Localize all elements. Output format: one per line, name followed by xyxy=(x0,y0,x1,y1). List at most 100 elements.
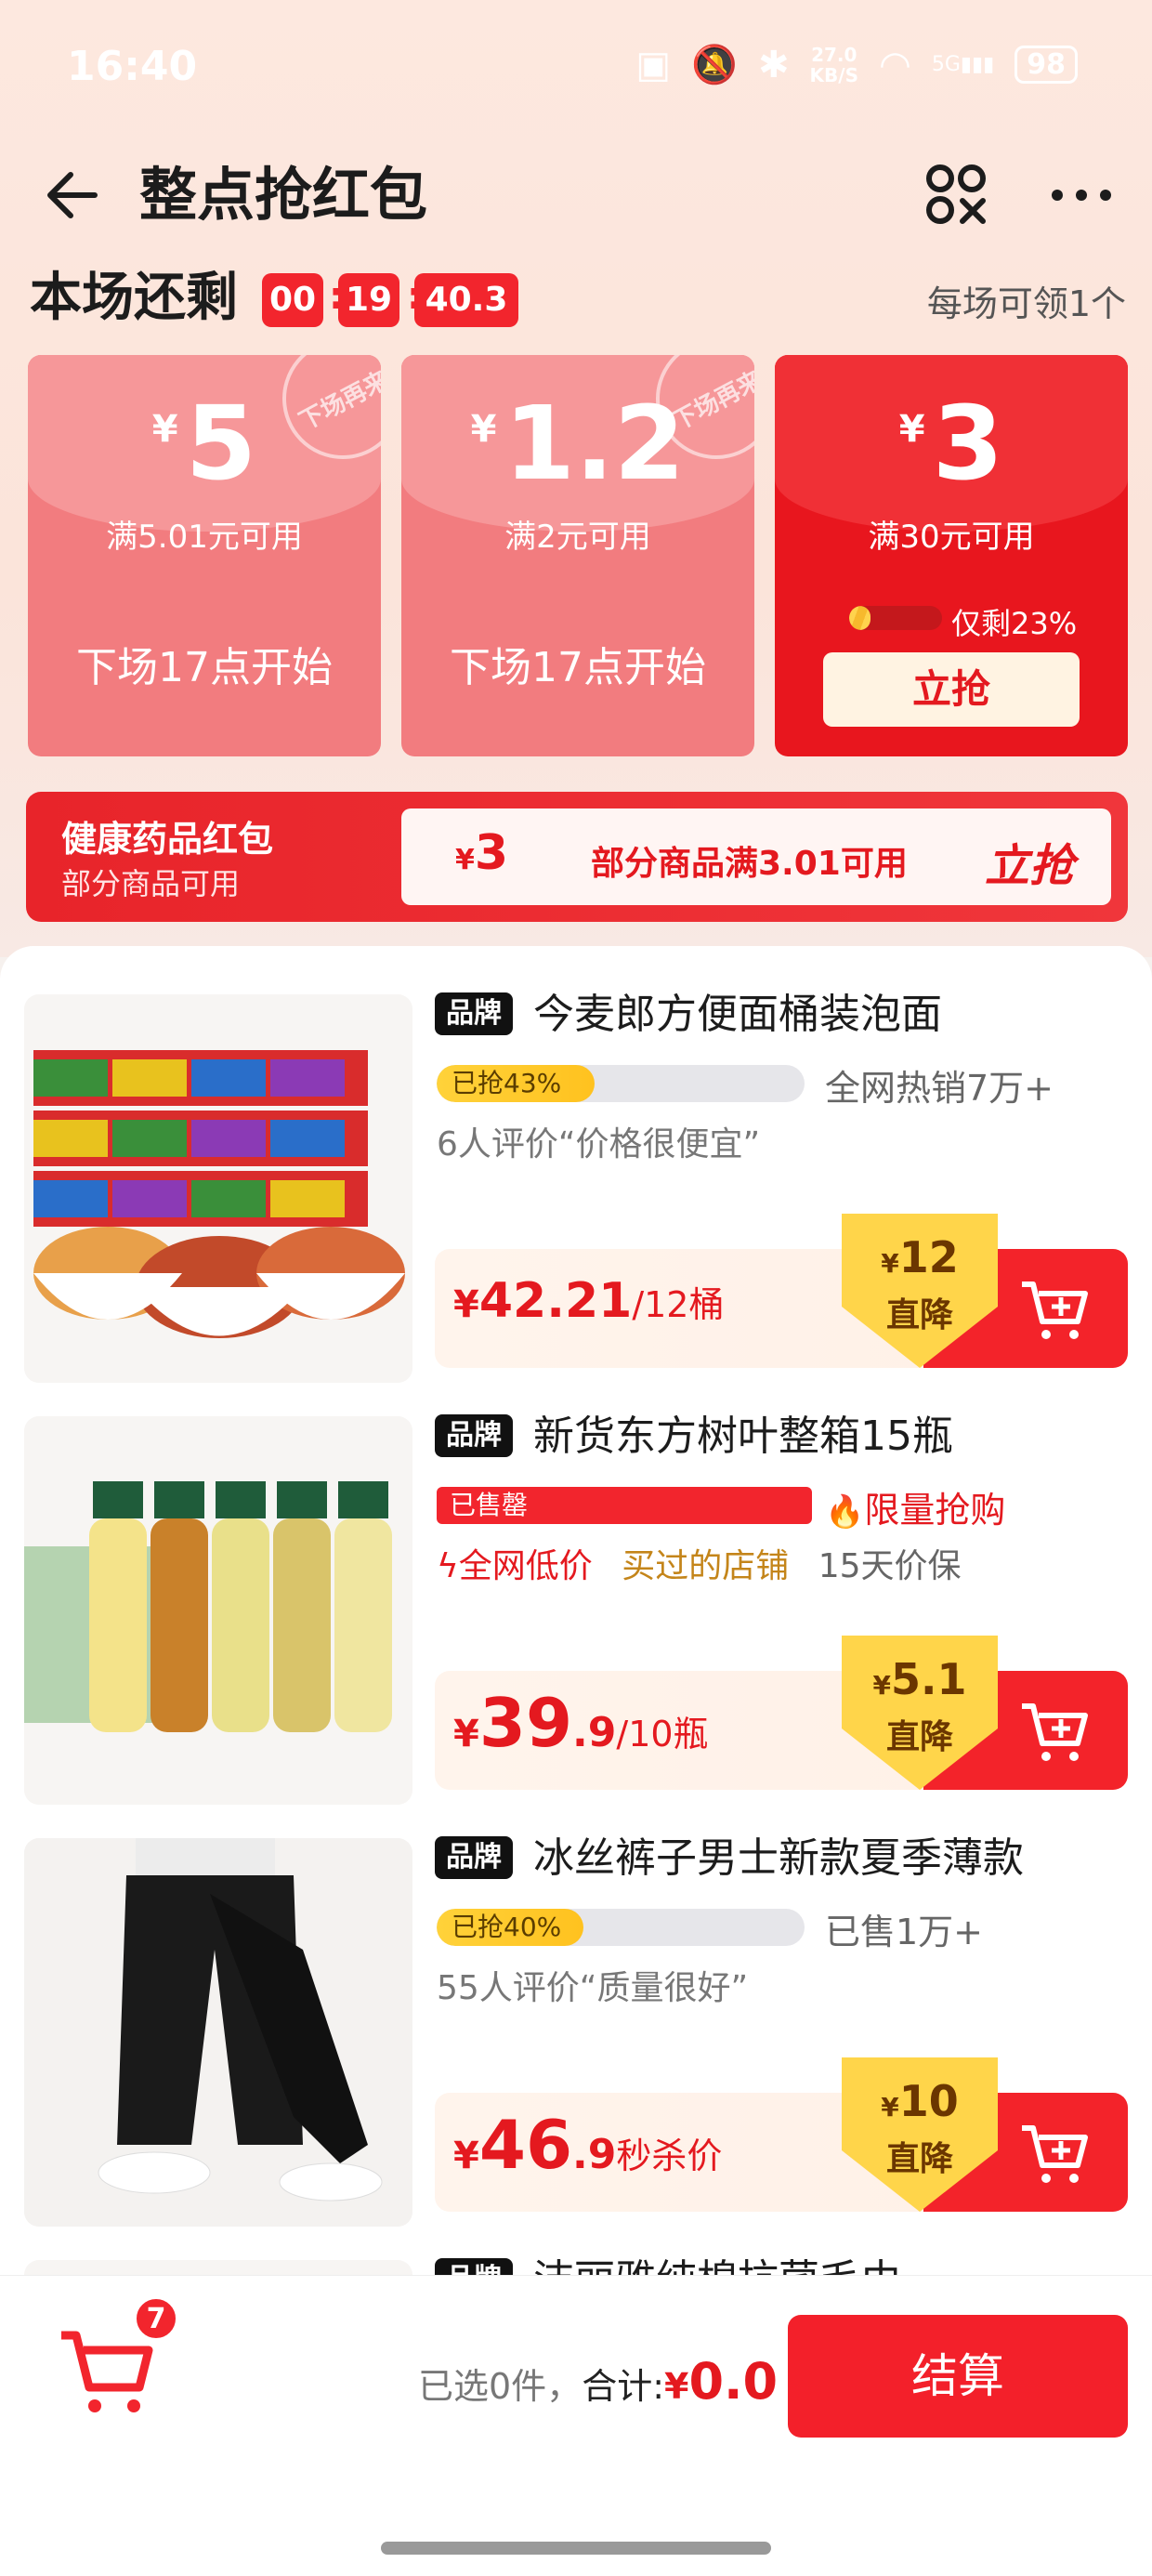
coupon-value: 5 xyxy=(185,384,257,503)
currency-symbol: ¥ xyxy=(881,2092,899,2123)
currency-symbol: ¥ xyxy=(898,408,925,451)
speed-unit: KB/S xyxy=(809,63,858,86)
price-bar: ¥39.9/10瓶 ¥5.1 直降 xyxy=(435,1636,1128,1790)
status-icons: ▣ 🔕 ✱ 27.0 KB/S ◠ 5G▮▮▮ 98 xyxy=(635,43,1078,86)
grab-progress-label: 已抢40% xyxy=(452,1912,562,1942)
signal-label: 5G xyxy=(931,53,961,76)
pants-image xyxy=(24,1838,412,2227)
currency-symbol: ¥ xyxy=(470,408,497,451)
page-title: 整点抢红包 xyxy=(139,161,428,229)
per-session-limit: 每场可领1个 xyxy=(926,283,1126,324)
coupon-value: 1.2 xyxy=(504,384,686,503)
product-card-3[interactable]: 品牌 冰丝裤子男士新款夏季薄款 已抢40% 已售1万+ 55人评价“质量很好” … xyxy=(0,1814,1152,2227)
noodle-box-image xyxy=(24,994,412,1383)
countdown-row: 本场还剩 00 : 19 : 40.3 每场可领1个 xyxy=(30,266,1126,331)
currency-symbol: ¥ xyxy=(881,1248,899,1279)
drop-amount: ¥10 xyxy=(823,2076,1016,2126)
price-unit: /12桶 xyxy=(632,1284,725,1325)
grab-coupon-button[interactable]: 立抢 xyxy=(823,652,1080,727)
coupon-amount: ¥1.2 xyxy=(401,392,754,494)
product-card-1[interactable]: 品牌 今麦郎方便面桶装泡面 已抢43% 全网热销7万+ 6人评价“价格很便宜” … xyxy=(0,970,1152,1383)
product-price: ¥39.9/10瓶 xyxy=(453,1684,709,1762)
add-to-cart-icon[interactable] xyxy=(1018,1277,1089,1342)
limited-offer: 🔥限量抢购 xyxy=(825,1481,1005,1532)
mini-program-icon[interactable] xyxy=(922,160,992,230)
price-bar: ¥46.9秒杀价 ¥10 直降 xyxy=(435,2057,1128,2212)
health-grab-button[interactable]: 立抢 xyxy=(985,829,1074,894)
price-unit: 秒杀价 xyxy=(616,2136,723,2176)
tea-bottles-image xyxy=(24,1416,412,1805)
cell-signal: 5G▮▮▮ xyxy=(931,53,995,76)
sales-count: 全网热销7万+ xyxy=(825,1068,1054,1109)
review-summary: 55人评价“质量很好” xyxy=(437,1969,749,2007)
battery-level: 98 xyxy=(1015,46,1078,84)
product-image-noodles[interactable] xyxy=(24,994,412,1383)
product-image-pants[interactable] xyxy=(24,1838,412,2227)
price-drop-badge: ¥5.1 直降 xyxy=(823,1636,1016,1790)
drop-label: 直降 xyxy=(885,1718,953,1756)
health-value: 3 xyxy=(474,825,509,881)
currency-symbol: ¥ xyxy=(453,1283,479,1326)
brand-badge: 品牌 xyxy=(435,992,513,1035)
price-drop-badge: ¥12 直降 xyxy=(823,1214,1016,1368)
health-coupon[interactable]: ¥3 部分商品满3.01可用 立抢 xyxy=(401,808,1111,905)
drop-label: 直降 xyxy=(885,2140,953,2178)
countdown-hours: 00 xyxy=(262,273,323,327)
product-image-tea[interactable] xyxy=(24,1416,412,1805)
sales-count: 已售1万+ xyxy=(825,1912,984,1952)
selected-count: 已选0件， xyxy=(418,2366,583,2407)
bluetooth-icon: ✱ xyxy=(758,43,790,86)
total-amount: ¥0.0 xyxy=(664,2352,778,2411)
limited-offer-label: 限量抢购 xyxy=(864,1490,1006,1531)
price-bar: ¥42.21/12桶 ¥12 直降 xyxy=(435,1214,1128,1368)
back-arrow-icon[interactable] xyxy=(39,158,113,232)
coupon-card-2: 下场再来 ¥1.2 满2元可用 下场17点开始 xyxy=(401,355,754,756)
coupon-amount: ¥3 xyxy=(775,392,1128,494)
cart-count-badge: 7 xyxy=(134,2296,178,2341)
coupon-amount: ¥5 xyxy=(28,392,381,494)
coupon-remaining-bar xyxy=(849,606,942,630)
product-name[interactable]: 今麦郎方便面桶装泡面 xyxy=(533,989,942,1041)
product-name[interactable]: 新货东方树叶整箱15瓶 xyxy=(533,1411,953,1463)
product-name[interactable]: 冰丝裤子男士新款夏季薄款 xyxy=(533,1833,1024,1885)
speed-value: 27.0 xyxy=(811,43,857,66)
coupon-next-start: 下场17点开始 xyxy=(76,644,333,691)
shopping-cart-icon[interactable] xyxy=(58,2326,154,2415)
nfc-icon: ▣ xyxy=(635,43,672,86)
grab-progress: 已抢43% xyxy=(437,1065,805,1102)
sold-out-bar: 已售罄 xyxy=(437,1487,812,1524)
price-integer: 42.21 xyxy=(478,1273,633,1329)
coupon-remaining-text: 仅剩23% xyxy=(951,606,1078,641)
status-time: 16:40 xyxy=(67,43,198,90)
brand-badge: 品牌 xyxy=(435,1836,513,1879)
drop-label: 直降 xyxy=(885,1296,953,1334)
brand-badge: 品牌 xyxy=(435,1414,513,1457)
add-to-cart-icon[interactable] xyxy=(1018,1699,1089,1764)
total-value: 0.0 xyxy=(688,2352,779,2411)
drop-value: 10 xyxy=(898,2076,959,2126)
wifi-icon: ◠ xyxy=(878,43,911,86)
currency-symbol: ¥ xyxy=(151,408,178,451)
tag-lowest-price: 全网低价 xyxy=(458,1547,593,1585)
coupon-card-1: 下场再来 ¥5 满5.01元可用 下场17点开始 xyxy=(28,355,381,756)
add-to-cart-icon[interactable] xyxy=(1018,2121,1089,2186)
home-indicator[interactable] xyxy=(381,2542,771,2555)
price-integer: 39 xyxy=(478,1684,573,1762)
coupon-remaining-fill xyxy=(849,606,871,630)
selection-summary: 已选0件，合计:¥0.0 xyxy=(418,2352,778,2411)
currency-symbol: ¥ xyxy=(455,844,475,876)
tag-price-protect: 15天价保 xyxy=(818,1547,962,1585)
health-condition: 部分商品满3.01可用 xyxy=(591,845,908,883)
health-title: 健康药品红包 xyxy=(61,819,274,860)
checkout-button[interactable]: 结算 xyxy=(788,2315,1128,2438)
currency-symbol: ¥ xyxy=(664,2366,689,2407)
product-price: ¥42.21/12桶 xyxy=(453,1273,725,1329)
more-options-icon[interactable] xyxy=(1046,160,1117,230)
currency-symbol: ¥ xyxy=(453,2135,479,2177)
fire-icon: 🔥 xyxy=(825,1493,865,1531)
grab-progress-label: 已抢43% xyxy=(452,1068,562,1098)
product-tags: ϟ全网低价 买过的店铺 15天价保 xyxy=(437,1539,962,1587)
product-card-2[interactable]: 品牌 新货东方树叶整箱15瓶 已售罄 🔥限量抢购 ϟ全网低价 买过的店铺 15天… xyxy=(0,1392,1152,1805)
drop-value: 12 xyxy=(898,1232,959,1282)
drop-amount: ¥12 xyxy=(823,1232,1016,1282)
